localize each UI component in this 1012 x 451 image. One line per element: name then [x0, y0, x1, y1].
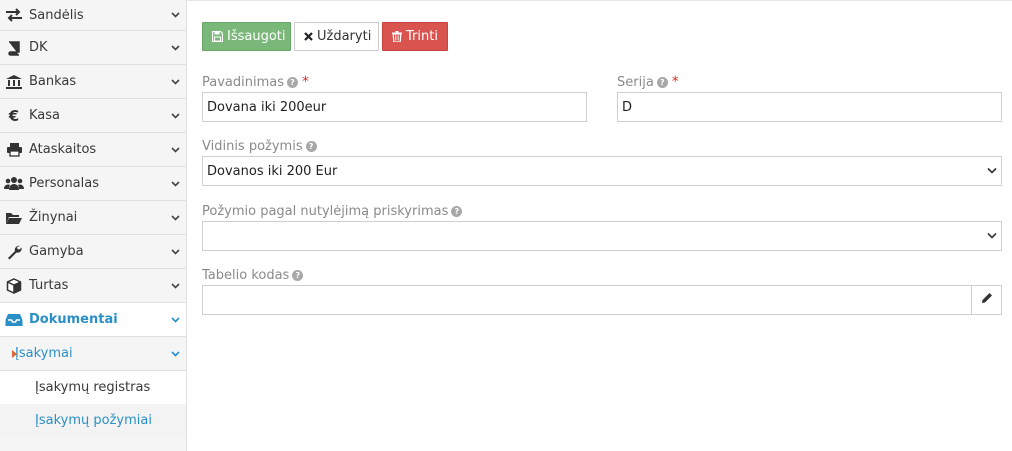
- help-icon[interactable]: ?: [287, 76, 298, 88]
- help-icon[interactable]: ?: [305, 141, 317, 152]
- toolbar: Išsaugoti Uždaryti Trinti: [202, 22, 448, 51]
- top-border: [187, 0, 1012, 4]
- close-label: Uždaryti: [317, 29, 372, 44]
- close-button[interactable]: Uždaryti: [294, 22, 379, 51]
- sidebar-subitem-label: Įsakymai: [15, 346, 73, 361]
- folder-open-icon: [4, 208, 24, 228]
- sidebar-item-label: DK: [29, 40, 48, 55]
- sidebar-item-label: Turtas: [29, 278, 69, 293]
- print-icon: [4, 140, 24, 160]
- sidebar-item-label: Personalas: [29, 176, 100, 191]
- delete-button[interactable]: Trinti: [382, 22, 448, 51]
- euro-icon: €: [8, 106, 20, 125]
- chevron-down-icon: [170, 213, 180, 223]
- sidebar-item-dokumentai[interactable]: Dokumentai: [0, 303, 186, 337]
- sidebar-link-isakymu-pozymiai[interactable]: Įsakymų požymiai: [0, 404, 186, 437]
- vidinis-pozymis-label-text: Vidinis požymis: [202, 139, 303, 154]
- sidebar-link-isakymu-registras[interactable]: Įsakymų registras: [0, 371, 186, 404]
- chevron-down-icon: [170, 179, 180, 189]
- pozymio-priskyrimas-label: Požymio pagal nutylėjimą priskyrimas ?: [202, 204, 463, 219]
- book-icon: [4, 38, 24, 58]
- sidebar-item-turtas[interactable]: Turtas: [0, 269, 186, 303]
- sidebar-item-label: Žinynai: [29, 210, 78, 225]
- pozymio-priskyrimas-select[interactable]: [202, 221, 1002, 251]
- save-label: Išsaugoti: [227, 29, 286, 44]
- sidebar: Sandėlis DK Bankas € Kasa Ataskaitos Per…: [0, 0, 187, 451]
- tabelio-kodas-label: Tabelio kodas ?: [202, 268, 304, 283]
- chevron-down-icon: [170, 111, 180, 121]
- inbox-icon: [4, 310, 24, 330]
- vidinis-pozymis-select[interactable]: Dovanos iki 200 Eur: [202, 156, 1002, 186]
- pavadinimas-value: Dovana iki 200eur: [207, 99, 327, 115]
- help-icon[interactable]: ?: [451, 206, 463, 217]
- sidebar-item-label: Gamyba: [29, 244, 84, 259]
- sidebar-item-label: Ataskaitos: [29, 142, 97, 157]
- serija-label-text: Serija: [617, 74, 654, 90]
- vidinis-pozymis-value: Dovanos iki 200 Eur: [207, 163, 338, 179]
- chevron-down-icon: [987, 167, 997, 175]
- chevron-down-icon: [987, 232, 997, 240]
- pavadinimas-label-text: Pavadinimas: [202, 74, 284, 90]
- pozymio-priskyrimas-label-text: Požymio pagal nutylėjimą priskyrimas: [202, 204, 449, 219]
- serija-value: D: [622, 99, 633, 115]
- serija-input[interactable]: D: [617, 92, 1002, 122]
- tabelio-kodas-input[interactable]: [202, 285, 1002, 315]
- sidebar-item-label: Kasa: [29, 108, 61, 123]
- sidebar-item-bankas[interactable]: Bankas: [0, 65, 186, 99]
- sidebar-item-personalas[interactable]: Personalas: [0, 167, 186, 201]
- chevron-down-icon: [170, 145, 180, 155]
- pavadinimas-label: Pavadinimas ? *: [202, 74, 309, 90]
- pavadinimas-input[interactable]: Dovana iki 200eur: [202, 92, 587, 122]
- save-button[interactable]: Išsaugoti: [202, 22, 291, 51]
- trash-icon: [392, 31, 402, 42]
- required-marker: *: [302, 74, 309, 90]
- cube-icon: [4, 276, 24, 296]
- vidinis-pozymis-label: Vidinis požymis ?: [202, 139, 317, 154]
- sidebar-item-label: Sandėlis: [29, 7, 84, 23]
- sidebar-item-label: Bankas: [29, 74, 77, 89]
- bank-icon: [4, 72, 24, 92]
- close-icon: [304, 32, 313, 41]
- chevron-down-icon: [170, 10, 180, 20]
- required-marker: *: [671, 74, 679, 90]
- pencil-icon: [981, 292, 993, 308]
- chevron-down-icon: [170, 77, 180, 87]
- caret-right-icon: [12, 349, 17, 358]
- delete-label: Trinti: [406, 29, 438, 44]
- sidebar-item-ataskaitos[interactable]: Ataskaitos: [0, 133, 186, 167]
- chevron-down-icon: [170, 349, 180, 359]
- wrench-icon: [4, 242, 24, 262]
- sidebar-item-dk[interactable]: DK: [0, 31, 186, 65]
- chevron-down-icon: [170, 315, 180, 325]
- help-icon[interactable]: ?: [292, 270, 304, 281]
- tabelio-kodas-label-text: Tabelio kodas: [202, 268, 290, 283]
- serija-label: Serija ? *: [617, 74, 679, 90]
- floppy-icon: [212, 31, 223, 42]
- help-icon[interactable]: ?: [656, 76, 668, 88]
- exchange-icon: [4, 5, 24, 25]
- chevron-down-icon: [170, 247, 180, 257]
- sidebar-subitem-isakymai[interactable]: Įsakymai: [0, 337, 186, 371]
- edit-button[interactable]: [971, 285, 1002, 315]
- sidebar-item-gamyba[interactable]: Gamyba: [0, 235, 186, 269]
- sidebar-item-kasa[interactable]: € Kasa: [0, 99, 186, 133]
- sidebar-item-label: Dokumentai: [29, 312, 118, 327]
- chevron-down-icon: [170, 43, 180, 53]
- sidebar-item-sandelis[interactable]: Sandėlis: [0, 0, 186, 31]
- chevron-down-icon: [170, 281, 180, 291]
- users-icon: [4, 174, 24, 194]
- sidebar-item-zinynai[interactable]: Žinynai: [0, 201, 186, 235]
